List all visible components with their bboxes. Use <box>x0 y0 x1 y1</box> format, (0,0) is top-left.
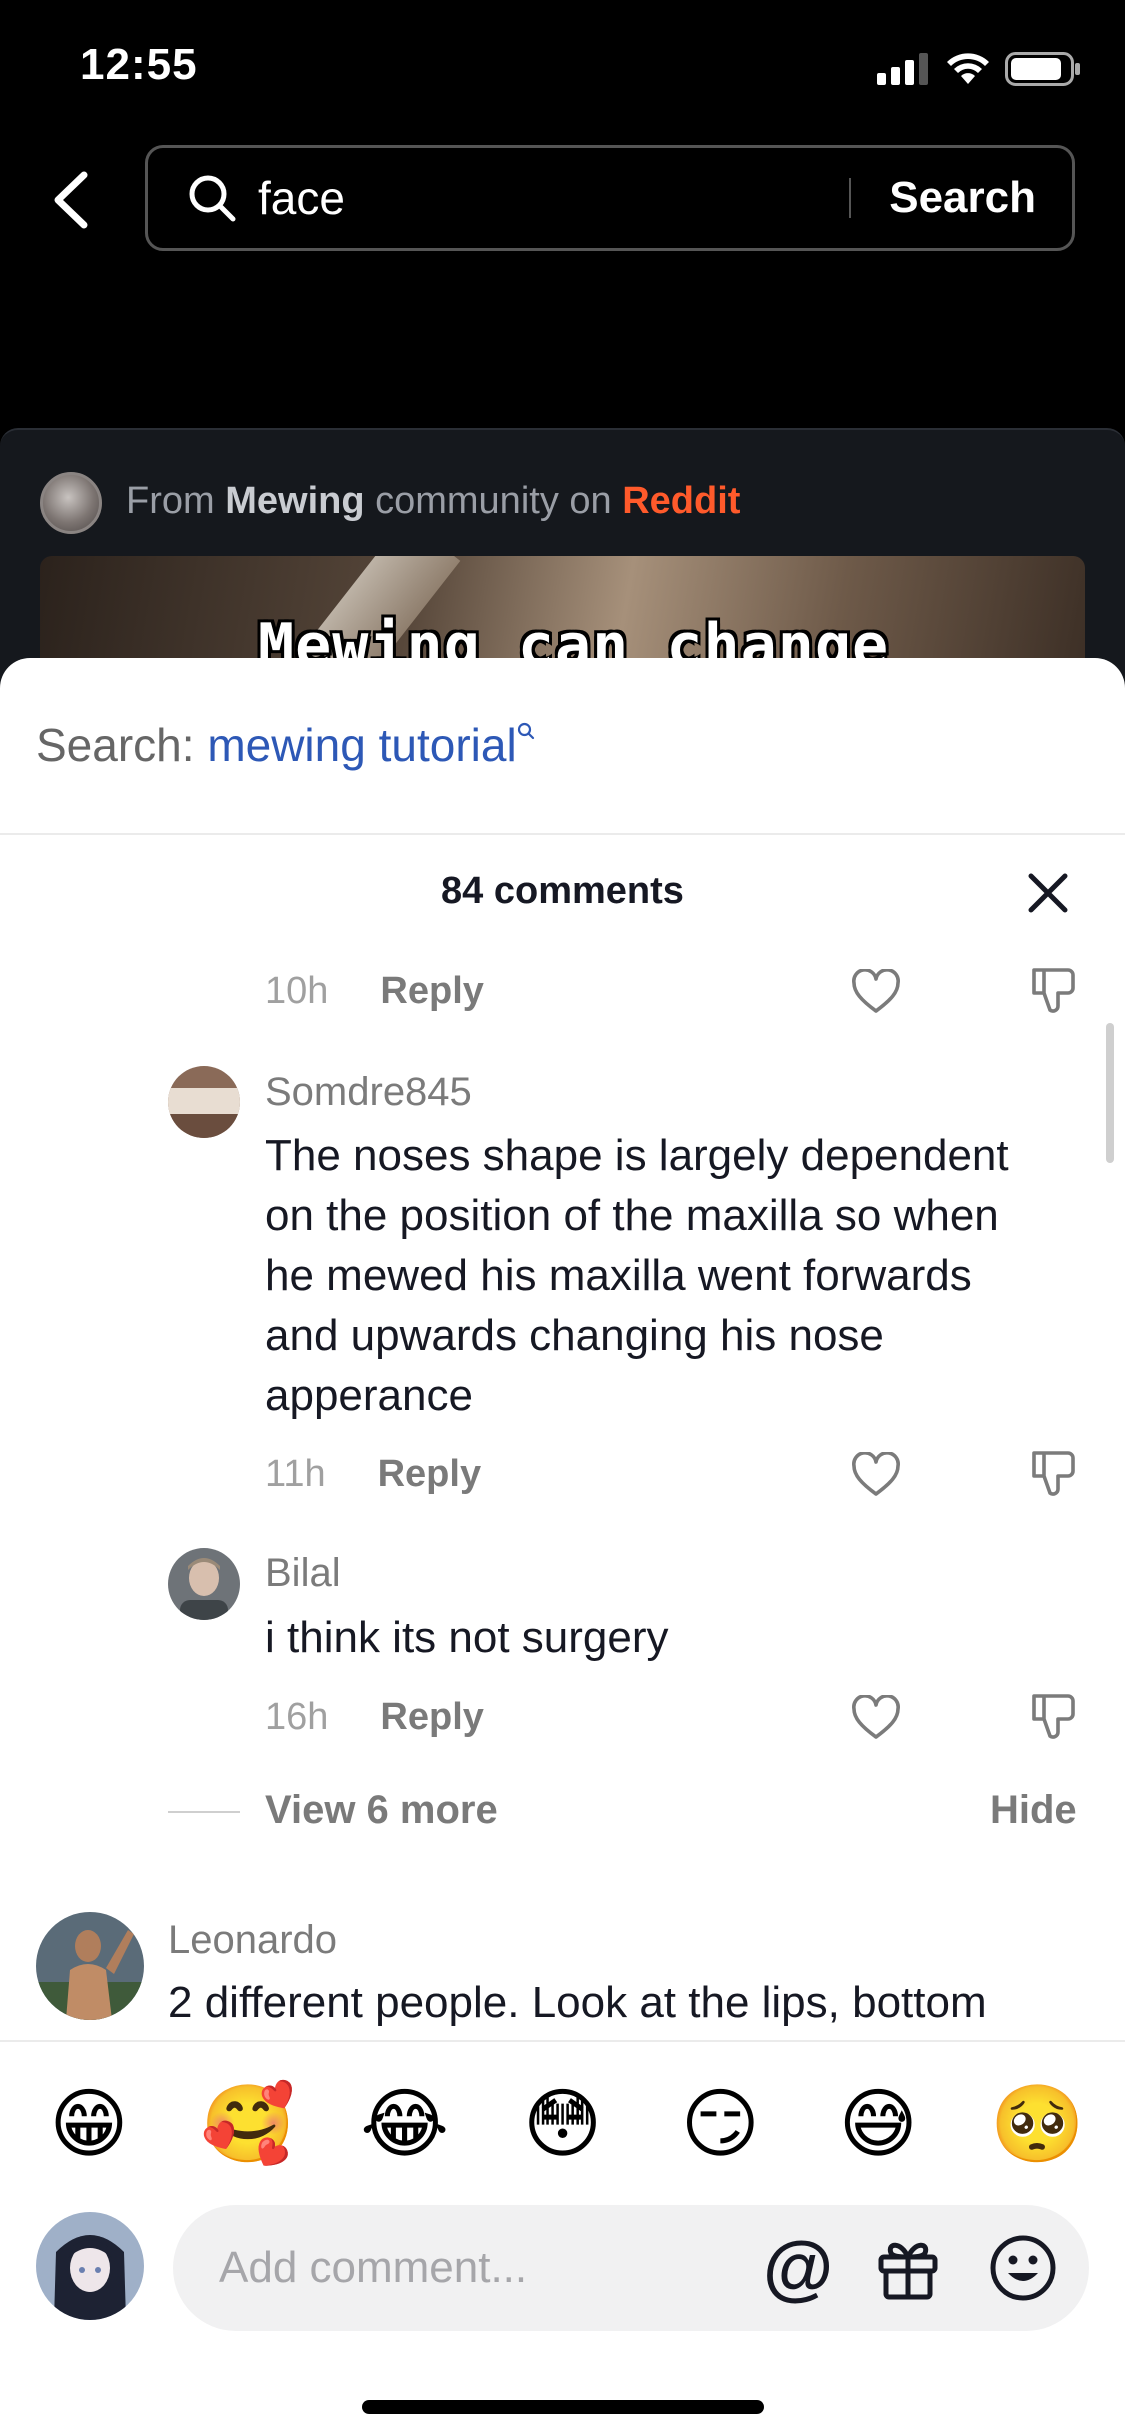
comment-time: 16h <box>265 1696 329 1738</box>
comment-meta: 16h Reply <box>265 1696 484 1739</box>
wifi-icon <box>947 53 989 84</box>
avatar-image <box>168 1066 240 1138</box>
comment-text: 2 different people. Look at the lips, bo… <box>168 1978 987 2027</box>
hide-replies-button[interactable]: Hide <box>990 1788 1077 1833</box>
comment-line: i think its not surgery <box>265 1613 669 1662</box>
avatar-image <box>36 2212 144 2320</box>
battery-icon <box>1005 52 1080 86</box>
comment-username[interactable]: Leonardo <box>168 1918 337 1963</box>
search-bar[interactable]: face Search <box>145 145 1075 251</box>
comment-line: The noses shape is largely dependent <box>265 1131 1009 1180</box>
heart-icon[interactable] <box>851 1452 901 1498</box>
emoji-grin-button[interactable]: 😁 <box>43 2082 135 2166</box>
emoji-pleading-button[interactable]: 🥺 <box>990 2082 1085 2166</box>
search-icon <box>189 175 236 222</box>
heart-icon[interactable] <box>851 1695 901 1741</box>
divider <box>0 833 1125 835</box>
current-user-avatar[interactable] <box>36 2212 144 2320</box>
source-prefix: From <box>126 480 226 522</box>
related-search-term[interactable]: mewing tutorial <box>207 719 516 771</box>
emoji-picker-icon[interactable] <box>988 2233 1058 2303</box>
dislike-icon[interactable] <box>1028 1449 1078 1499</box>
search-icon <box>517 722 534 740</box>
avatar[interactable] <box>36 1912 144 2020</box>
emoji-hearts-button[interactable]: 🥰 <box>201 2082 296 2166</box>
avatar[interactable] <box>168 1066 240 1138</box>
search-button[interactable]: Search <box>851 173 1072 223</box>
reply-button[interactable]: Reply <box>378 1453 481 1496</box>
dislike-icon[interactable] <box>1028 966 1078 1016</box>
view-more-replies-button[interactable]: View 6 more <box>265 1788 498 1833</box>
search-input[interactable]: face <box>258 171 849 225</box>
comment-username[interactable]: Somdre845 <box>265 1070 472 1115</box>
scrollbar[interactable] <box>1106 1023 1114 1163</box>
dislike-icon[interactable] <box>1028 1692 1078 1742</box>
thread-line <box>168 1811 240 1813</box>
reply-button[interactable]: Reply <box>380 1696 483 1739</box>
comment-input[interactable] <box>219 2205 749 2331</box>
emoji-flushed-button[interactable]: 😳 <box>516 2082 608 2166</box>
comment-line: and upwards changing his nose <box>265 1311 884 1360</box>
quick-emoji-bar: 😁 🥰 😂 😳 😏 😅 🥺 <box>0 2082 1125 2166</box>
comments-count: 84 comments <box>441 870 684 912</box>
comment-line: apperance <box>265 1371 473 1420</box>
home-indicator <box>362 2400 764 2414</box>
comment-composer: 😁 🥰 😂 😳 😏 😅 🥺 @ <box>0 2040 1125 2436</box>
reply-button[interactable]: Reply <box>380 970 483 1013</box>
avatar-image <box>36 1912 144 2020</box>
avatar[interactable] <box>168 1548 240 1620</box>
emoji-joy-button[interactable]: 😂 <box>359 2082 451 2166</box>
heart-icon[interactable] <box>851 969 901 1015</box>
status-icons <box>877 52 1081 86</box>
source-middle: community on <box>364 480 623 522</box>
emoji-smirk-button[interactable]: 😏 <box>674 2082 766 2166</box>
community-name: Mewing <box>225 480 365 522</box>
status-time: 12:55 <box>80 40 198 89</box>
emoji-sweat-smile-button[interactable]: 😅 <box>832 2082 924 2166</box>
comment-time: 11h <box>265 1453 326 1495</box>
mention-button[interactable]: @ <box>763 2232 833 2304</box>
community-avatar <box>40 472 102 534</box>
comment-username[interactable]: Bilal <box>265 1551 341 1596</box>
back-icon[interactable] <box>44 165 104 235</box>
avatar-image <box>168 1548 240 1620</box>
comment-line: he mewed his maxilla went forwards <box>265 1251 972 1300</box>
comment-text: The noses shape is largely dependent on … <box>265 1126 1009 1426</box>
close-icon[interactable] <box>1025 870 1071 916</box>
comment-time: 10h <box>265 970 329 1012</box>
signal-icon <box>877 53 928 85</box>
comment-text: i think its not surgery <box>265 1608 669 1668</box>
gift-icon[interactable] <box>873 2233 943 2303</box>
platform-name: Reddit <box>622 480 741 522</box>
related-search-label: Search: <box>36 719 208 771</box>
comment-meta: 10h Reply <box>265 970 484 1013</box>
comment-input-container[interactable]: @ <box>173 2205 1089 2331</box>
comment-line: on the position of the maxilla so when <box>265 1191 999 1240</box>
source-attribution[interactable]: From Mewing community on Reddit <box>126 480 740 523</box>
related-search[interactable]: Search: mewing tutorial <box>36 718 535 772</box>
comment-meta: 11h Reply <box>265 1453 481 1496</box>
